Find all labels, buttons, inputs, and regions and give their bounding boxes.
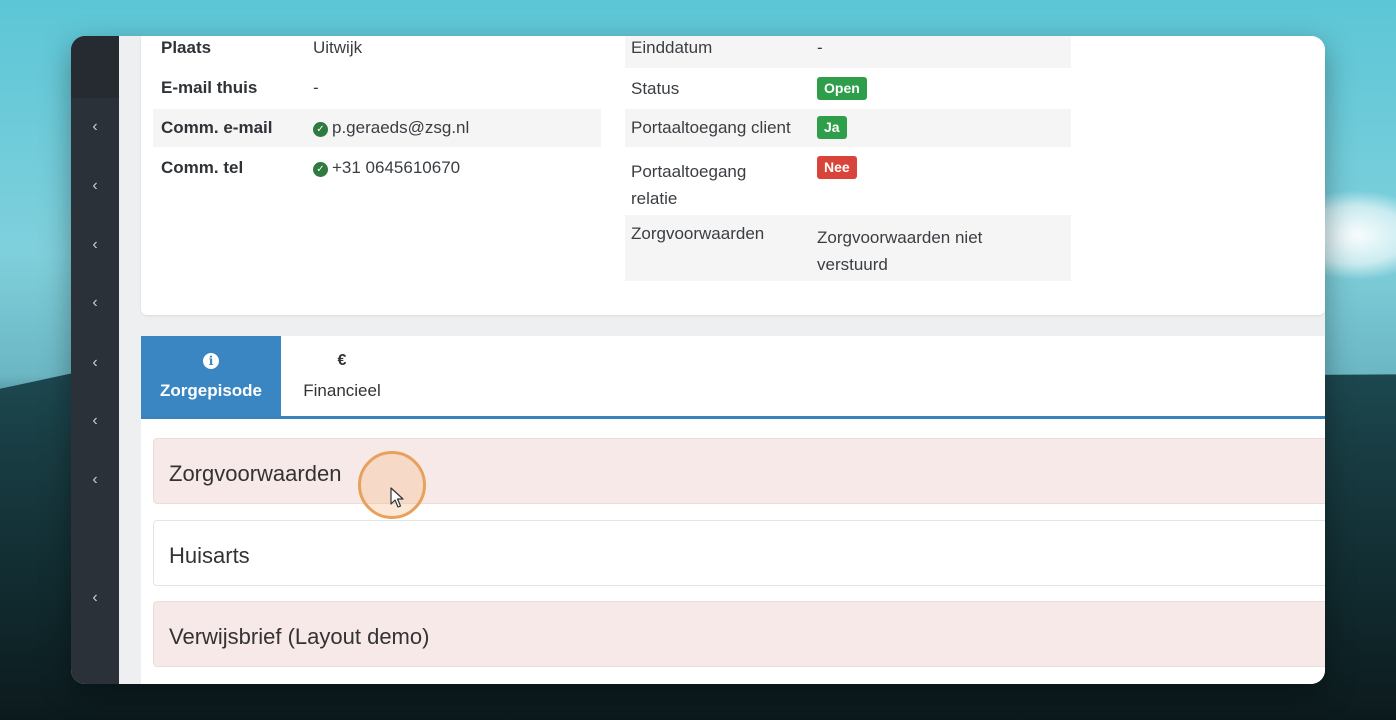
detail-row: Portaaltoegang client Ja: [625, 109, 1071, 147]
detail-value: Open: [817, 77, 867, 100]
client-details-card: Plaats Uitwijk E-mail thuis - Comm. e-ma…: [141, 36, 1325, 315]
portal-client-badge: Ja: [817, 116, 847, 139]
mouse-cursor-icon: [390, 487, 404, 508]
detail-row: Comm. e-mail ✓ p.geraeds@zsg.nl: [153, 109, 601, 147]
portal-relatie-badge: Nee: [817, 156, 857, 179]
euro-icon: €: [337, 352, 347, 369]
tab-zorgepisode[interactable]: i Zorgepisode: [141, 336, 281, 416]
chevron-left-icon[interactable]: ‹: [81, 291, 109, 315]
check-circle-icon: ✓: [313, 122, 328, 137]
value-line: verstuurd: [817, 255, 888, 274]
status-badge: Open: [817, 77, 867, 100]
detail-label: Zorgvoorwaarden: [631, 224, 765, 243]
chevron-left-icon[interactable]: ‹: [81, 115, 109, 139]
detail-value: Ja: [817, 116, 847, 139]
tab-label: Zorgepisode: [159, 381, 262, 400]
info-icon: i: [203, 353, 219, 369]
tab-label: Financieel: [303, 381, 381, 400]
detail-value: Zorgvoorwaarden niet verstuurd: [817, 224, 982, 278]
sidebar: ‹ ‹ ‹ ‹ ‹ ‹ ‹ ‹: [71, 36, 119, 684]
detail-label: E-mail thuis: [161, 78, 258, 97]
section-title: Verwijsbrief (Layout demo): [169, 624, 430, 649]
label-line: Portaaltoegang: [631, 162, 747, 181]
section-verwijsbrief[interactable]: Verwijsbrief (Layout demo): [153, 601, 1325, 667]
tab-icon-wrap: i: [141, 352, 281, 370]
chevron-left-icon[interactable]: ‹: [81, 409, 109, 433]
label-line: relatie: [631, 189, 678, 208]
chevron-left-icon[interactable]: ‹: [81, 174, 109, 198]
detail-label: Comm. tel: [161, 158, 244, 177]
detail-row: E-mail thuis -: [153, 76, 601, 110]
detail-row: Status Open: [625, 70, 1071, 108]
detail-label: Plaats: [161, 38, 212, 57]
detail-value: Uitwijk: [313, 38, 363, 57]
section-zorgvoorwaarden[interactable]: Zorgvoorwaarden: [153, 438, 1325, 504]
detail-label: Portaaltoegang relatie: [631, 158, 746, 212]
detail-row: Zorgvoorwaarden Zorgvoorwaarden niet vers…: [625, 215, 1071, 281]
app-window: ‹ ‹ ‹ ‹ ‹ ‹ ‹ ‹ Plaats Uitwijk E-mail th…: [71, 36, 1325, 684]
detail-row: Portaaltoegang relatie Nee: [625, 149, 1071, 215]
detail-value: ✓ p.geraeds@zsg.nl: [313, 118, 469, 138]
chevron-left-icon[interactable]: ‹: [81, 233, 109, 257]
tabs-panel: i Zorgepisode € Financieel Zorgvoorwaard…: [141, 336, 1325, 684]
detail-label: Einddatum: [631, 38, 713, 57]
section-title: Huisarts: [169, 543, 250, 568]
value-line: Zorgvoorwaarden niet: [817, 228, 983, 247]
tab-financieel[interactable]: € Financieel: [281, 336, 403, 416]
detail-value: Nee: [817, 156, 857, 179]
chevron-left-icon[interactable]: ‹: [81, 468, 109, 492]
sidebar-header: [71, 36, 119, 98]
detail-row: Plaats Uitwijk: [153, 36, 601, 70]
phone-value: +31 0645610670: [332, 158, 461, 177]
detail-label: Comm. e-mail: [161, 118, 273, 137]
detail-label: Portaaltoegang client: [631, 118, 791, 137]
section-huisarts[interactable]: Huisarts: [153, 520, 1325, 586]
detail-value: -: [817, 38, 823, 57]
detail-value: ✓ +31 0645610670: [313, 158, 460, 178]
detail-row: Einddatum -: [625, 36, 1071, 68]
main-content: Plaats Uitwijk E-mail thuis - Comm. e-ma…: [119, 36, 1325, 684]
detail-label: Status: [631, 79, 680, 98]
detail-row: Comm. tel ✓ +31 0645610670: [153, 149, 601, 187]
chevron-left-icon[interactable]: ‹: [81, 351, 109, 375]
chevron-left-icon[interactable]: ‹: [81, 586, 109, 610]
section-title: Zorgvoorwaarden: [169, 461, 342, 486]
tab-bar: i Zorgepisode € Financieel: [141, 336, 1325, 419]
detail-value: -: [313, 78, 319, 97]
email-value: p.geraeds@zsg.nl: [332, 118, 470, 137]
check-circle-icon: ✓: [313, 162, 328, 177]
